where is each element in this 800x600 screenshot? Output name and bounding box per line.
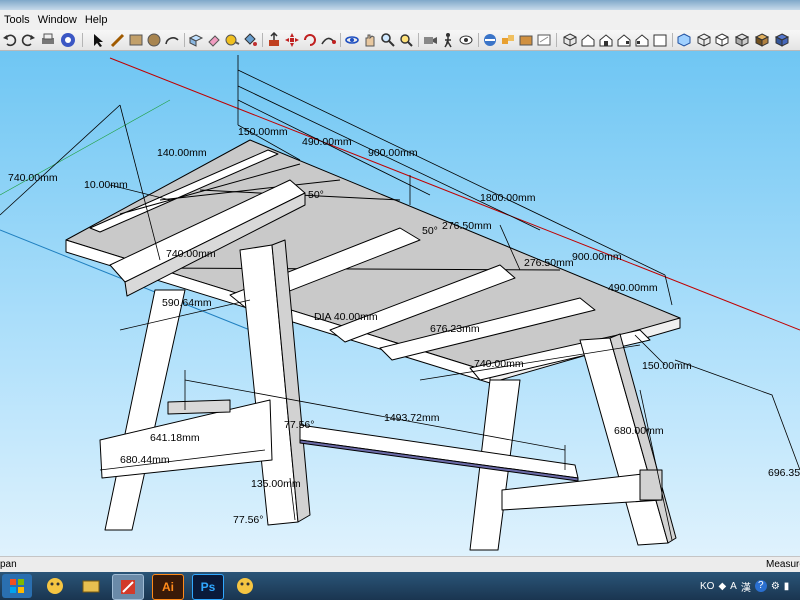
illustrator-app-icon[interactable]: Ai <box>152 574 184 600</box>
section-plane-icon[interactable] <box>482 32 498 48</box>
status-bar: pan Measuren <box>0 556 800 573</box>
messenger-app-icon[interactable] <box>40 574 70 598</box>
network-icon[interactable]: ▮ <box>784 581 790 592</box>
start-button[interactable] <box>2 574 32 598</box>
taskbar: Ai Ps KO ◆ A 漢 ? ⚙ ▮ <box>0 572 800 600</box>
dimension-label[interactable]: 276.50mm <box>442 220 492 232</box>
components-icon[interactable] <box>500 32 516 48</box>
styles-icon[interactable] <box>536 32 552 48</box>
look-around-icon[interactable] <box>458 32 474 48</box>
materials-icon[interactable] <box>518 32 534 48</box>
circle-icon[interactable] <box>146 32 162 48</box>
menu-bar: Tools Window Help <box>0 10 800 30</box>
dimension-label[interactable]: 140.00mm <box>157 147 207 159</box>
dimension-label[interactable]: 276.50mm <box>524 257 574 269</box>
monochrome-icon[interactable] <box>774 32 790 48</box>
left-view-icon[interactable] <box>652 32 668 48</box>
model-viewport[interactable]: 150.00mm 490.00mm 900.00mm 140.00mm 740.… <box>0 51 800 556</box>
rectangle-icon[interactable] <box>128 32 144 48</box>
dimension-label[interactable]: 680.44mm <box>120 454 170 466</box>
dimension-label[interactable]: 740.00mm <box>8 172 58 184</box>
move-icon[interactable] <box>284 32 300 48</box>
status-hint: pan <box>0 559 17 570</box>
zoom-icon[interactable] <box>380 32 396 48</box>
follow-me-icon[interactable] <box>320 32 336 48</box>
wireframe-icon[interactable] <box>696 32 712 48</box>
dimension-label[interactable]: 590.64mm <box>162 297 212 309</box>
ime-diamond-icon[interactable]: ◆ <box>718 581 726 592</box>
table-model-drawing: 150.00mm 490.00mm 900.00mm 140.00mm 740.… <box>0 55 800 551</box>
long-stretcher <box>299 424 579 479</box>
walk-icon[interactable] <box>440 32 456 48</box>
ime-hanja[interactable]: 漢 <box>741 579 751 594</box>
front-view-icon[interactable] <box>598 32 614 48</box>
angle-label[interactable]: 50° <box>308 189 324 201</box>
push-pull-icon[interactable] <box>266 31 282 48</box>
explorer-app-icon[interactable] <box>76 574 106 598</box>
make-component-icon[interactable] <box>188 32 204 48</box>
dimension-label[interactable]: 490.00mm <box>608 282 658 294</box>
dimension-label[interactable]: 680.00mm <box>614 425 664 437</box>
menu-tools[interactable]: Tools <box>0 14 34 26</box>
ime-alpha[interactable]: A <box>730 581 737 592</box>
redo-icon[interactable] <box>20 32 36 48</box>
print-icon[interactable] <box>40 32 56 48</box>
top-view-icon[interactable] <box>580 32 596 48</box>
menu-window[interactable]: Window <box>34 14 81 26</box>
rotate-icon[interactable] <box>302 32 318 48</box>
dimension-label[interactable]: 676.23mm <box>430 323 480 335</box>
dimension-label[interactable]: 10.00mm <box>84 179 128 191</box>
photoshop-app-icon[interactable]: Ps <box>192 574 224 600</box>
dimension-label[interactable]: 900.00mm <box>368 147 418 159</box>
tape-measure-icon[interactable] <box>224 32 240 48</box>
pan-hand-icon[interactable] <box>362 32 378 48</box>
dimension-label[interactable]: 1493.72mm <box>384 412 440 424</box>
undo-icon[interactable] <box>2 32 18 48</box>
measurements-label: Measuren <box>766 559 800 570</box>
dimension-label[interactable]: 1800.00mm <box>480 192 536 204</box>
toolbar <box>0 30 800 51</box>
windows-icon <box>10 579 24 593</box>
angle-label[interactable]: 77.56° <box>233 514 263 526</box>
shaded-icon[interactable] <box>734 32 750 48</box>
dimension-label[interactable]: 641.18mm <box>150 432 200 444</box>
hidden-line-icon[interactable] <box>714 32 730 48</box>
back-view-icon[interactable] <box>634 32 650 48</box>
system-tray: KO ◆ A 漢 ? ⚙ ▮ <box>700 578 789 594</box>
stretcher-left-top <box>167 399 231 415</box>
xray-icon[interactable] <box>676 32 692 48</box>
arc-icon[interactable] <box>164 32 180 48</box>
eraser-icon[interactable] <box>206 32 222 48</box>
select-arrow-icon[interactable] <box>90 32 106 48</box>
settings-icon[interactable]: ⚙ <box>771 581 780 592</box>
angle-label[interactable]: 77.56° <box>284 419 314 431</box>
right-view-icon[interactable] <box>616 32 632 48</box>
paint-bucket-icon[interactable] <box>242 32 258 48</box>
pencil-line-icon[interactable] <box>110 32 126 48</box>
title-bar-strip <box>0 0 800 10</box>
language-indicator[interactable]: KO <box>700 581 714 592</box>
dimension-label[interactable]: 490.00mm <box>302 136 352 148</box>
orbit-icon[interactable] <box>344 32 360 48</box>
stretcher-right-end <box>639 469 663 501</box>
menu-help[interactable]: Help <box>81 14 112 26</box>
dimension-label[interactable]: 696.35 <box>768 467 800 479</box>
help-icon[interactable]: ? <box>754 580 767 592</box>
dimension-label[interactable]: 740.00mm <box>474 358 524 370</box>
dimension-label[interactable]: 150.00mm <box>238 126 288 138</box>
shaded-textures-icon[interactable] <box>754 32 770 48</box>
dimension-label[interactable]: DIA 40.00mm <box>314 311 378 323</box>
dimension-label[interactable]: 740.00mm <box>166 248 216 260</box>
dimension-label[interactable]: 135.00mm <box>251 478 301 490</box>
angle-label[interactable]: 50° <box>422 225 438 237</box>
messenger-app-icon-2[interactable] <box>230 574 260 598</box>
dimension-label[interactable]: 150.00mm <box>642 360 692 372</box>
position-camera-icon[interactable] <box>422 32 438 48</box>
dimension-label[interactable]: 900.00mm <box>572 251 622 263</box>
iso-view-icon[interactable] <box>562 32 578 48</box>
sketchup-app-icon[interactable] <box>112 574 144 600</box>
zoom-extents-icon[interactable] <box>398 32 414 48</box>
model-info-icon[interactable] <box>60 32 76 48</box>
